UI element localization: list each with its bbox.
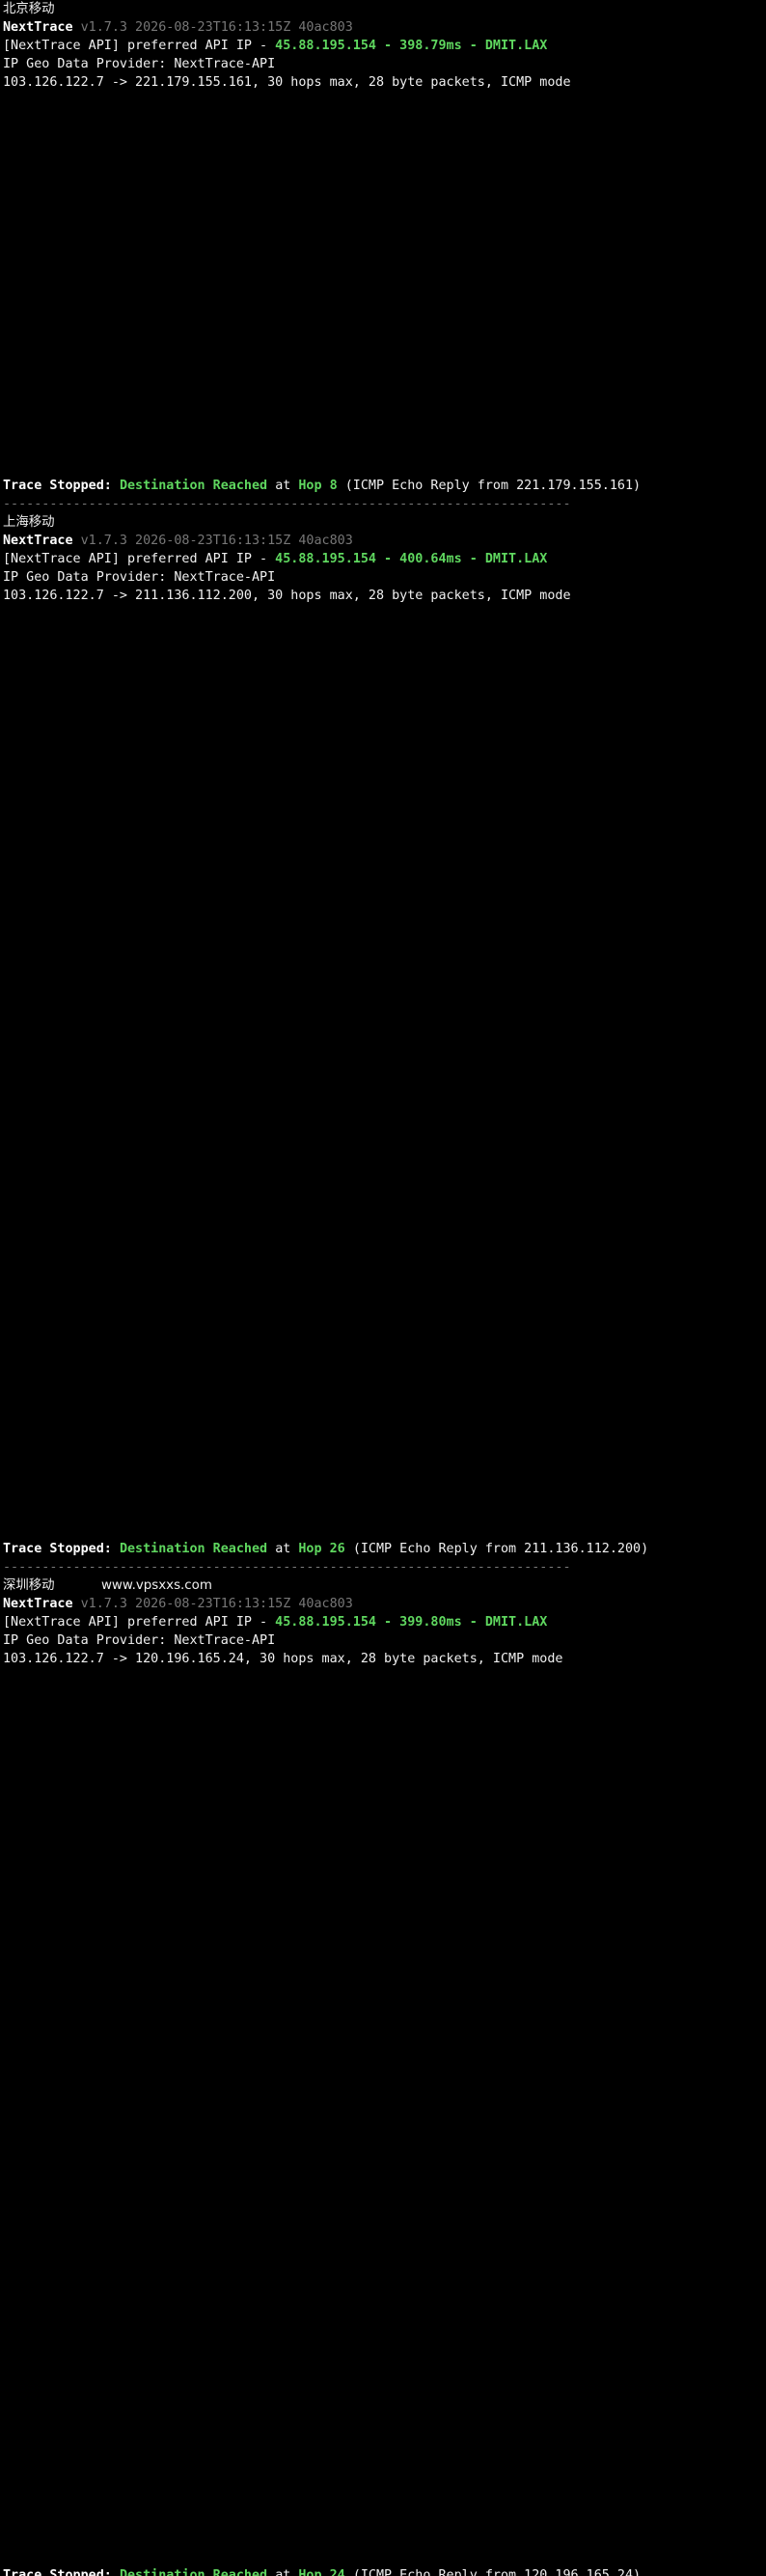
api-value: 45.88.195.154 - 400.64ms - DMIT.LAX <box>275 552 548 566</box>
provider-line: IP Geo Data Provider: NextTrace-API <box>3 55 275 73</box>
stopped-label: Trace Stopped: <box>3 2568 112 2576</box>
stopped-at: at <box>275 2568 291 2576</box>
route-line: 103.126.122.7 -> 211.136.112.200, 30 hop… <box>3 587 571 605</box>
tool-banner: NextTrace v1.7.3 2026-08-23T16:13:15Z 40… <box>3 18 353 37</box>
stopped-hop: Hop 26 <box>298 1542 345 1556</box>
stopped-at: at <box>275 1542 291 1556</box>
trace-stopped: Trace Stopped: Destination Reached at Ho… <box>3 1540 648 1558</box>
separator-line: ----------------------------------------… <box>3 1560 571 1575</box>
api-value: 45.88.195.154 - 399.80ms - DMIT.LAX <box>275 1615 548 1630</box>
tool-name: NextTrace <box>3 1597 73 1611</box>
stopped-at: at <box>275 479 291 493</box>
stopped-detail: (ICMP Echo Reply from 211.136.112.200) <box>352 1542 649 1556</box>
api-line: [NextTrace API] preferred API IP - 45.88… <box>3 37 547 55</box>
tool-banner: NextTrace v1.7.3 2026-08-23T16:13:15Z 40… <box>3 1595 353 1613</box>
stopped-status: Destination Reached <box>119 1542 268 1556</box>
section-header: 深圳移动 www.vpsxxs.com <box>3 1576 212 1595</box>
route-line: 103.126.122.7 -> 120.196.165.24, 30 hops… <box>3 1650 562 1668</box>
route-line: 103.126.122.7 -> 221.179.155.161, 30 hop… <box>3 73 571 92</box>
api-prefix: [NextTrace API] preferred API IP - <box>3 1615 276 1630</box>
stopped-label: Trace Stopped: <box>3 1542 112 1556</box>
provider-text: IP Geo Data Provider: NextTrace-API <box>3 1633 276 1648</box>
trace-stopped: Trace Stopped: Destination Reached at Ho… <box>3 477 641 495</box>
api-line: [NextTrace API] preferred API IP - 45.88… <box>3 550 547 568</box>
tool-version: v1.7.3 2026-08-23T16:13:15Z 40ac803 <box>80 534 353 548</box>
tool-name: NextTrace <box>3 20 73 35</box>
section-label: 深圳移动 <box>3 1578 55 1593</box>
api-prefix: [NextTrace API] preferred API IP - <box>3 552 276 566</box>
route-text: 103.126.122.7 -> 221.179.155.161, 30 hop… <box>3 75 571 90</box>
tool-banner: NextTrace v1.7.3 2026-08-23T16:13:15Z 40… <box>3 532 353 550</box>
section-label: 北京移动 <box>3 2 55 16</box>
tool-version: v1.7.3 2026-08-23T16:13:15Z 40ac803 <box>80 1597 353 1611</box>
provider-line: IP Geo Data Provider: NextTrace-API <box>3 1631 275 1650</box>
provider-text: IP Geo Data Provider: NextTrace-API <box>3 57 276 71</box>
stopped-detail: (ICMP Echo Reply from 221.179.155.161) <box>344 479 642 493</box>
api-prefix: [NextTrace API] preferred API IP - <box>3 39 276 53</box>
stopped-detail: (ICMP Echo Reply from 120.196.165.24) <box>352 2568 642 2576</box>
stopped-hop: Hop 8 <box>298 479 338 493</box>
section-label: 上海移动 <box>3 515 55 530</box>
provider-text: IP Geo Data Provider: NextTrace-API <box>3 570 276 585</box>
watermark-text: www.vpsxxs.com <box>100 1578 212 1593</box>
separator: ----------------------------------------… <box>3 1558 571 1576</box>
tool-name: NextTrace <box>3 534 73 548</box>
trace-stopped: Trace Stopped: Destination Reached at Ho… <box>3 2566 641 2576</box>
route-text: 103.126.122.7 -> 120.196.165.24, 30 hops… <box>3 1652 563 1666</box>
tool-version: v1.7.3 2026-08-23T16:13:15Z 40ac803 <box>80 20 353 35</box>
section-header: 上海移动 <box>3 513 55 532</box>
stopped-label: Trace Stopped: <box>3 479 112 493</box>
provider-line: IP Geo Data Provider: NextTrace-API <box>3 568 275 587</box>
stopped-hop: Hop 24 <box>298 2568 345 2576</box>
route-text: 103.126.122.7 -> 211.136.112.200, 30 hop… <box>3 589 571 603</box>
stopped-status: Destination Reached <box>119 2568 268 2576</box>
api-value: 45.88.195.154 - 398.79ms - DMIT.LAX <box>275 39 548 53</box>
separator: ----------------------------------------… <box>3 495 571 513</box>
terminal-window[interactable]: 北京移动 NextTrace v1.7.3 2026-08-23T16:13:15… <box>0 0 766 2576</box>
separator-line: ----------------------------------------… <box>3 497 571 511</box>
api-line: [NextTrace API] preferred API IP - 45.88… <box>3 1613 547 1631</box>
section-header: 北京移动 <box>3 0 55 18</box>
stopped-status: Destination Reached <box>119 479 268 493</box>
